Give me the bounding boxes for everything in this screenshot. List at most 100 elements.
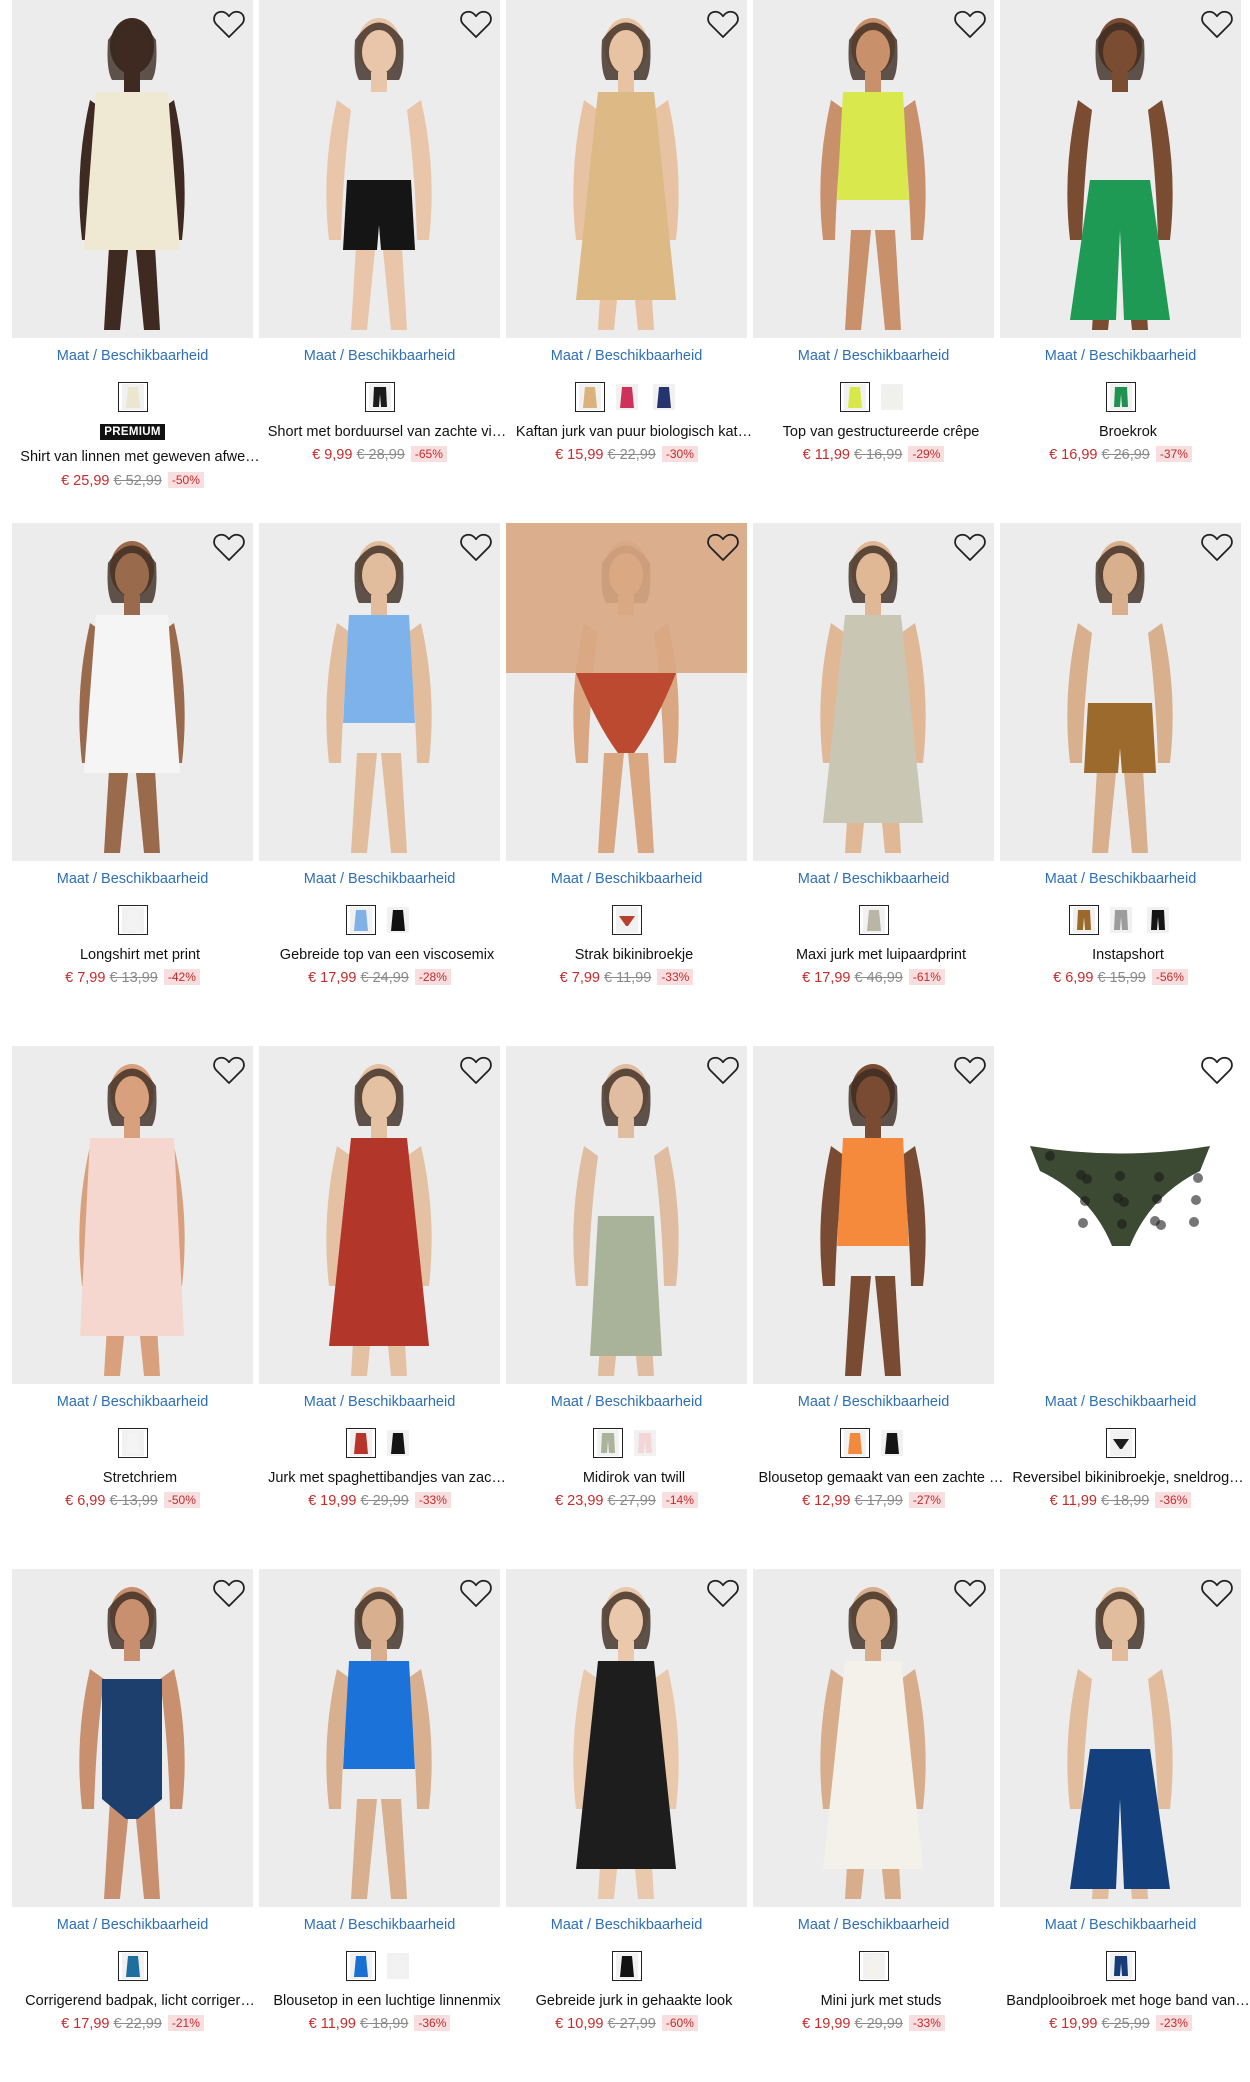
color-swatch[interactable] <box>364 382 395 412</box>
wishlist-heart-icon[interactable] <box>459 1054 493 1086</box>
size-availability-link[interactable]: Maat / Beschikbaarheid <box>506 1394 747 1410</box>
color-swatch[interactable] <box>574 382 605 412</box>
product-card[interactable]: Maat / Beschikbaarheid Bandplooibroek met… <box>1000 1569 1250 2069</box>
wishlist-heart-icon[interactable] <box>1200 8 1234 40</box>
product-image[interactable] <box>753 523 994 861</box>
product-image[interactable] <box>506 523 747 861</box>
color-swatch[interactable] <box>611 382 642 412</box>
product-image[interactable] <box>753 1569 994 1907</box>
wishlist-heart-icon[interactable] <box>212 531 246 563</box>
product-name[interactable]: Broekrok <box>1000 424 1250 440</box>
product-name[interactable]: Blousetop in een luchtige linnenmix <box>259 1993 515 2009</box>
wishlist-heart-icon[interactable] <box>459 531 493 563</box>
color-swatch[interactable] <box>1105 1428 1136 1458</box>
product-name[interactable]: Short met borduursel van zachte vi… <box>259 424 515 440</box>
product-name[interactable]: Top van gestructureerde crêpe <box>753 424 1009 440</box>
size-availability-link[interactable]: Maat / Beschikbaarheid <box>753 871 994 887</box>
color-swatch[interactable] <box>858 1951 889 1981</box>
color-swatch[interactable] <box>346 905 376 935</box>
product-name[interactable]: Gebreide top van een viscosemix <box>259 947 515 963</box>
wishlist-heart-icon[interactable] <box>953 1054 987 1086</box>
product-name[interactable]: Maxi jurk met luipaardprint <box>753 947 1009 963</box>
product-name[interactable]: Blousetop gemaakt van een zachte … <box>753 1470 1009 1486</box>
product-image[interactable] <box>753 0 994 338</box>
size-availability-link[interactable]: Maat / Beschikbaarheid <box>259 1917 500 1933</box>
color-swatch[interactable] <box>648 382 679 412</box>
size-availability-link[interactable]: Maat / Beschikbaarheid <box>12 1394 253 1410</box>
product-image[interactable] <box>506 0 747 338</box>
size-availability-link[interactable]: Maat / Beschikbaarheid <box>753 1917 994 1933</box>
wishlist-heart-icon[interactable] <box>212 1054 246 1086</box>
product-card[interactable]: Maat / Beschikbaarheid Short met borduurs… <box>259 0 506 500</box>
color-swatch[interactable] <box>611 905 642 935</box>
wishlist-heart-icon[interactable] <box>953 1577 987 1609</box>
color-swatch[interactable] <box>877 382 907 412</box>
size-availability-link[interactable]: Maat / Beschikbaarheid <box>753 1394 994 1410</box>
color-swatch[interactable] <box>383 905 413 935</box>
wishlist-heart-icon[interactable] <box>212 1577 246 1609</box>
color-swatch[interactable] <box>1105 382 1136 412</box>
product-image[interactable] <box>12 1046 253 1384</box>
size-availability-link[interactable]: Maat / Beschikbaarheid <box>1000 871 1241 887</box>
product-card[interactable]: Maat / Beschikbaarheid Jurk met spaghetti… <box>259 1046 506 1546</box>
color-swatch[interactable] <box>611 1951 642 1981</box>
color-swatch[interactable] <box>117 1428 148 1458</box>
color-swatch[interactable] <box>593 1428 623 1458</box>
color-swatch[interactable] <box>1105 1951 1136 1981</box>
product-image[interactable] <box>506 1569 747 1907</box>
product-card[interactable]: Maat / Beschikbaarheid Gebreide top van e… <box>259 523 505 1023</box>
product-name[interactable]: Strak bikinibroekje <box>506 947 762 963</box>
color-swatch[interactable] <box>383 1951 413 1981</box>
product-name[interactable]: Gebreide jurk in gehaakte look <box>506 1993 762 2009</box>
product-name[interactable]: Longshirt met print <box>12 947 268 963</box>
product-image[interactable] <box>12 0 253 338</box>
color-swatch[interactable] <box>1105 905 1136 935</box>
wishlist-heart-icon[interactable] <box>1200 1577 1234 1609</box>
size-availability-link[interactable]: Maat / Beschikbaarheid <box>12 348 253 364</box>
color-swatch[interactable] <box>117 905 148 935</box>
wishlist-heart-icon[interactable] <box>706 1054 740 1086</box>
color-swatch[interactable] <box>117 1951 148 1981</box>
wishlist-heart-icon[interactable] <box>706 1577 740 1609</box>
wishlist-heart-icon[interactable] <box>1200 531 1234 563</box>
product-image[interactable] <box>1000 1046 1241 1384</box>
product-card[interactable]: Maat / Beschikbaarheid Longshirt met prin… <box>12 523 258 1023</box>
product-card[interactable]: Maat / Beschikbaarheid Stretchriem € 6,99 €… <box>12 1046 258 1546</box>
wishlist-heart-icon[interactable] <box>212 8 246 40</box>
product-image[interactable] <box>259 1569 500 1907</box>
product-card[interactable]: Maat / Beschikbaarheid Broekrok € 16,99 € 2… <box>1000 0 1246 500</box>
product-image[interactable] <box>12 523 253 861</box>
product-image[interactable] <box>259 1046 500 1384</box>
wishlist-heart-icon[interactable] <box>706 8 740 40</box>
product-image[interactable] <box>1000 1569 1241 1907</box>
size-availability-link[interactable]: Maat / Beschikbaarheid <box>506 871 747 887</box>
wishlist-heart-icon[interactable] <box>706 531 740 563</box>
size-availability-link[interactable]: Maat / Beschikbaarheid <box>1000 1917 1241 1933</box>
color-swatch[interactable] <box>877 1428 907 1458</box>
color-swatch[interactable] <box>1142 905 1173 935</box>
product-image[interactable] <box>1000 523 1241 861</box>
size-availability-link[interactable]: Maat / Beschikbaarheid <box>259 348 500 364</box>
product-card[interactable]: Maat / Beschikbaarheid Instapshort € 6,99 €… <box>1000 523 1246 1023</box>
product-image[interactable] <box>1000 0 1241 338</box>
product-card[interactable]: Maat / Beschikbaarheid Blousetop gemaakt … <box>753 1046 1004 1546</box>
product-card[interactable]: Maat / Beschikbaarheid Midirok van twill €… <box>506 1046 752 1546</box>
product-card[interactable]: Maat / Beschikbaarheid PREMIUM Shirt van l… <box>12 0 260 500</box>
product-image[interactable] <box>506 1046 747 1384</box>
product-card[interactable]: Maat / Beschikbaarheid Top van gestructur… <box>753 0 999 500</box>
product-image[interactable] <box>12 1569 253 1907</box>
color-swatch[interactable] <box>858 905 889 935</box>
size-availability-link[interactable]: Maat / Beschikbaarheid <box>1000 348 1241 364</box>
color-swatch[interactable] <box>840 382 870 412</box>
color-swatch[interactable] <box>630 1428 660 1458</box>
size-availability-link[interactable]: Maat / Beschikbaarheid <box>12 1917 253 1933</box>
product-name[interactable]: Mini jurk met studs <box>753 1993 1009 2009</box>
product-name[interactable]: Midirok van twill <box>506 1470 762 1486</box>
color-swatch[interactable] <box>346 1428 376 1458</box>
product-card[interactable]: Maat / Beschikbaarheid Blousetop in een l… <box>259 1569 505 2069</box>
color-swatch[interactable] <box>346 1951 376 1981</box>
product-card[interactable]: Maat / Beschikbaarheid Maxi jurk met luip… <box>753 523 999 1023</box>
product-card[interactable]: Maat / Beschikbaarheid Corrigerend badpak… <box>12 1569 258 2069</box>
product-name[interactable]: Instapshort <box>1000 947 1250 963</box>
product-name[interactable]: Jurk met spaghettibandjes van zac… <box>259 1470 515 1486</box>
